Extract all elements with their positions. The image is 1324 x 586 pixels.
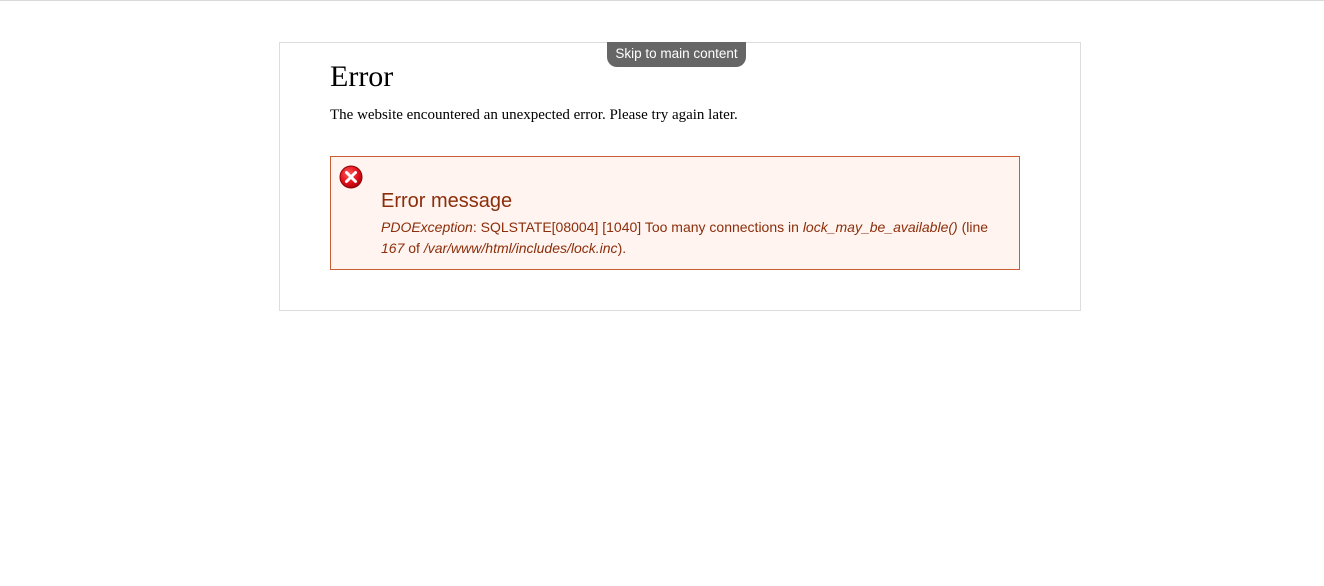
function-name: lock_may_be_available() [802, 219, 958, 235]
of-text: of [404, 240, 424, 256]
page-title: Error [330, 60, 394, 93]
error-intro-text: The website encountered an unexpected er… [330, 107, 738, 123]
error-message-heading: Error message [381, 190, 513, 212]
line-number: 167 [381, 240, 405, 256]
top-divider [0, 0, 1324, 1]
error-details-text: PDOException: SQLSTATE[08004] [1040] Too… [381, 217, 1001, 259]
skip-to-main-content-link[interactable]: Skip to main content [607, 42, 746, 67]
error-details: : SQLSTATE[08004] [1040] Too many connec… [472, 219, 803, 235]
line-prefix: (line [957, 219, 989, 235]
error-suffix: ). [617, 240, 627, 256]
file-path: /var/www/html/includes/lock.inc [423, 240, 618, 256]
error-x-icon [339, 165, 363, 189]
exception-name: PDOException [381, 219, 473, 235]
